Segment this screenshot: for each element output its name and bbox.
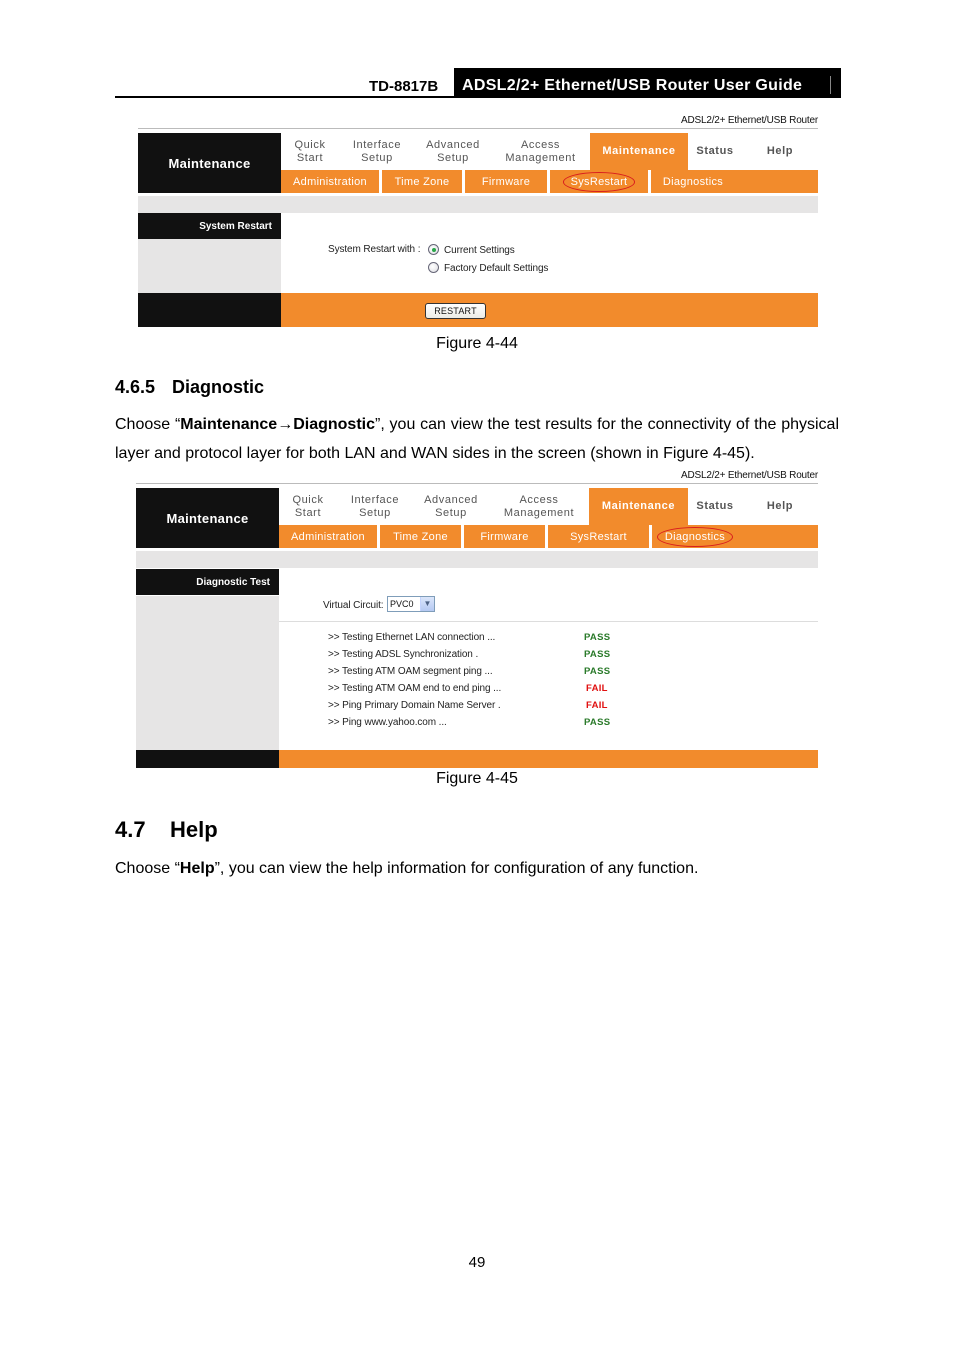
sub-nav: Administration Time Zone Firmware SysRes…: [279, 525, 818, 548]
nav-maintenance[interactable]: Maintenance: [590, 133, 688, 170]
subnav-firmware[interactable]: Firmware: [464, 525, 545, 548]
restart-with-label: System Restart with :: [328, 244, 421, 255]
section-title: Maintenance: [136, 488, 279, 548]
test-row-label: >> Testing ATM OAM segment ping ...: [328, 666, 493, 677]
nav-status[interactable]: Status: [688, 133, 742, 170]
nav-help[interactable]: Help: [742, 133, 818, 170]
subnav-firmware[interactable]: Firmware: [465, 170, 547, 193]
section-paragraph: Choose “Maintenance→Diagnostic”, you can…: [115, 416, 839, 462]
test-row-result: FAIL: [586, 683, 608, 694]
nav-quick-start[interactable]: Quick Start: [279, 488, 337, 525]
test-row-result: PASS: [584, 649, 611, 660]
router-brand: ADSL2/2+ Ethernet/USB Router: [681, 470, 818, 481]
virtual-circuit-select[interactable]: PVC0 ▼: [387, 596, 435, 612]
test-row-label: >> Testing ATM OAM end to end ping ...: [328, 683, 502, 694]
radio-factory-default[interactable]: [428, 262, 439, 273]
nav-maintenance[interactable]: Maintenance: [589, 488, 688, 525]
nav-quick-start[interactable]: Quick Start: [281, 133, 339, 170]
restart-button[interactable]: RESTART: [425, 303, 486, 319]
document-model: TD-8817B: [369, 78, 439, 95]
nav-access-management[interactable]: Access Management: [491, 133, 590, 170]
footer-left: [136, 750, 279, 768]
main-nav: Quick Start Interface Setup Advanced Setup …: [281, 133, 818, 170]
nav-help[interactable]: Help: [742, 488, 818, 525]
test-row-label: >> Testing ADSL Synchronization .: [328, 649, 479, 660]
subnav-diagnostics[interactable]: Diagnostics: [652, 525, 738, 548]
subnav-time-zone[interactable]: Time Zone: [380, 525, 461, 548]
test-row-result: FAIL: [586, 700, 608, 711]
radio-current-settings[interactable]: [428, 244, 439, 255]
highlight-circle: SysRestart: [562, 171, 636, 192]
test-row-result: PASS: [584, 632, 611, 643]
nav-access-management[interactable]: Access Management: [489, 488, 589, 525]
section-heading-4-6-5: 4.6.5 Diagnostic: [115, 377, 265, 397]
nav-interface-setup[interactable]: Interface Setup: [339, 133, 415, 170]
router-brand: ADSL2/2+ Ethernet/USB Router: [681, 115, 818, 126]
section-heading-4-7: 4.7 Help: [115, 817, 218, 842]
divider: [279, 621, 818, 622]
header-rule: [115, 96, 841, 98]
test-row-label: >> Testing Ethernet LAN connection ...: [328, 632, 496, 643]
brand-divider: [138, 128, 818, 129]
chevron-down-icon[interactable]: ▼: [420, 597, 434, 611]
left-panel: [136, 596, 279, 750]
virtual-circuit-label: Virtual Circuit:: [323, 600, 384, 611]
footer-bar: [281, 293, 818, 327]
section-title: Maintenance: [138, 133, 281, 193]
nav-advanced-setup[interactable]: Advanced Setup: [413, 488, 489, 525]
virtual-circuit-value: PVC0: [390, 599, 414, 609]
test-row-label: >> Ping Primary Domain Name Server .: [328, 700, 501, 711]
document-guide-title: ADSL2/2+ Ethernet/USB Router User Guide: [454, 68, 841, 98]
page-number: 49: [468, 1254, 486, 1271]
subnav-diagnostics[interactable]: Diagnostics: [651, 170, 735, 193]
option-factory-default-label: Factory Default Settings: [444, 263, 549, 274]
spacer-bar: [138, 196, 818, 213]
option-current-settings-label: Current Settings: [444, 245, 515, 256]
nav-interface-setup[interactable]: Interface Setup: [337, 488, 413, 525]
spacer-bar: [136, 551, 818, 568]
figure-caption: Figure 4-45: [436, 770, 518, 787]
subnav-sysrestart[interactable]: SysRestart: [548, 525, 649, 548]
figure-caption: Figure 4-44: [436, 335, 518, 352]
subnav-administration[interactable]: Administration: [279, 525, 377, 548]
test-row-result: PASS: [584, 717, 611, 728]
section-paragraph: Choose “Help”, you can view the help inf…: [115, 860, 699, 877]
highlight-circle: Diagnostics: [656, 526, 734, 547]
subnav-sysrestart[interactable]: SysRestart: [550, 170, 648, 193]
left-panel: [138, 239, 281, 293]
sub-nav: Administration Time Zone Firmware SysRes…: [281, 170, 818, 193]
test-row-result: PASS: [584, 666, 611, 677]
nav-status[interactable]: Status: [688, 488, 742, 525]
subnav-administration[interactable]: Administration: [281, 170, 379, 193]
subnav-time-zone[interactable]: Time Zone: [382, 170, 462, 193]
section-label: System Restart: [138, 213, 281, 239]
main-nav: Quick Start Interface Setup Advanced Setup …: [279, 488, 818, 525]
test-row-label: >> Ping www.yahoo.com ...: [328, 717, 447, 728]
section-label: Diagnostic Test: [136, 569, 279, 595]
footer-bar: [279, 750, 818, 768]
nav-advanced-setup[interactable]: Advanced Setup: [415, 133, 491, 170]
brand-divider: [136, 483, 818, 484]
footer-left: [138, 293, 281, 327]
